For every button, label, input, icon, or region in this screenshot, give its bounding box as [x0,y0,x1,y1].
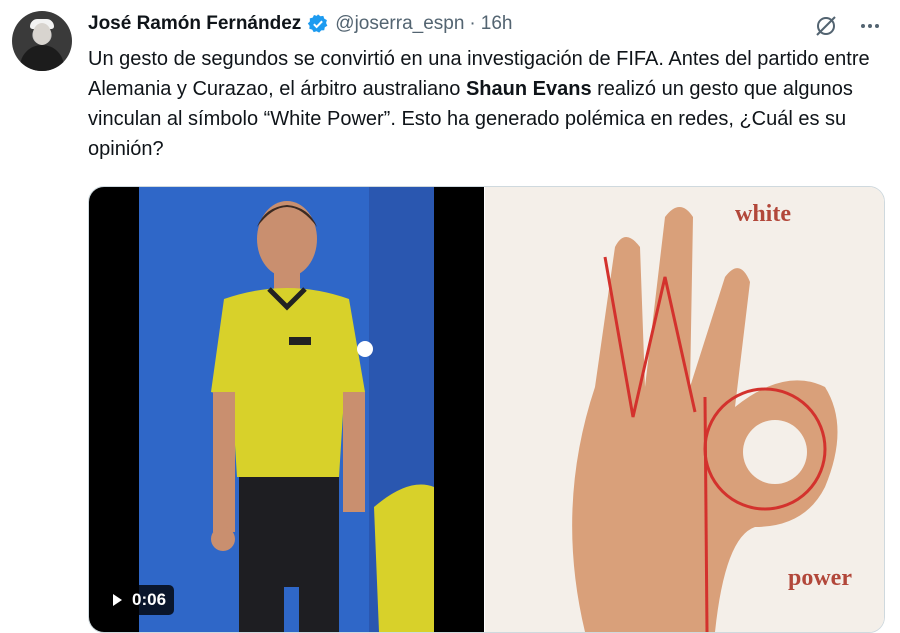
header-separator: · [469,13,476,34]
play-icon [113,594,122,606]
author-name[interactable]: José Ramón Fernández [88,13,301,35]
image-caption-top: white [735,201,791,227]
image-caption-bottom: power [788,565,852,591]
verified-badge-icon [307,13,329,35]
media-container: 0:06 white power [88,186,885,633]
video-player[interactable]: 0:06 [89,187,484,632]
avatar-body [20,45,64,71]
more-options-icon[interactable] [856,12,884,40]
video-duration-badge[interactable]: 0:06 [107,585,175,615]
tweet-timestamp[interactable]: 16h [481,13,513,35]
author-handle[interactable]: @joserra_espn [335,13,464,35]
author-avatar[interactable] [12,11,72,71]
tweet-header: José Ramón Fernández @joserra_espn · 16h [88,11,512,37]
hand-gesture-image[interactable]: white power [485,187,884,632]
video-frame [139,187,434,632]
tweet-text: Un gesto de segundos se convirtió en una… [88,44,888,164]
tweet-text-bold-name: Shaun Evans [465,78,592,100]
video-duration: 0:06 [132,590,167,609]
avatar-face [33,23,51,45]
grok-icon[interactable] [812,12,840,40]
